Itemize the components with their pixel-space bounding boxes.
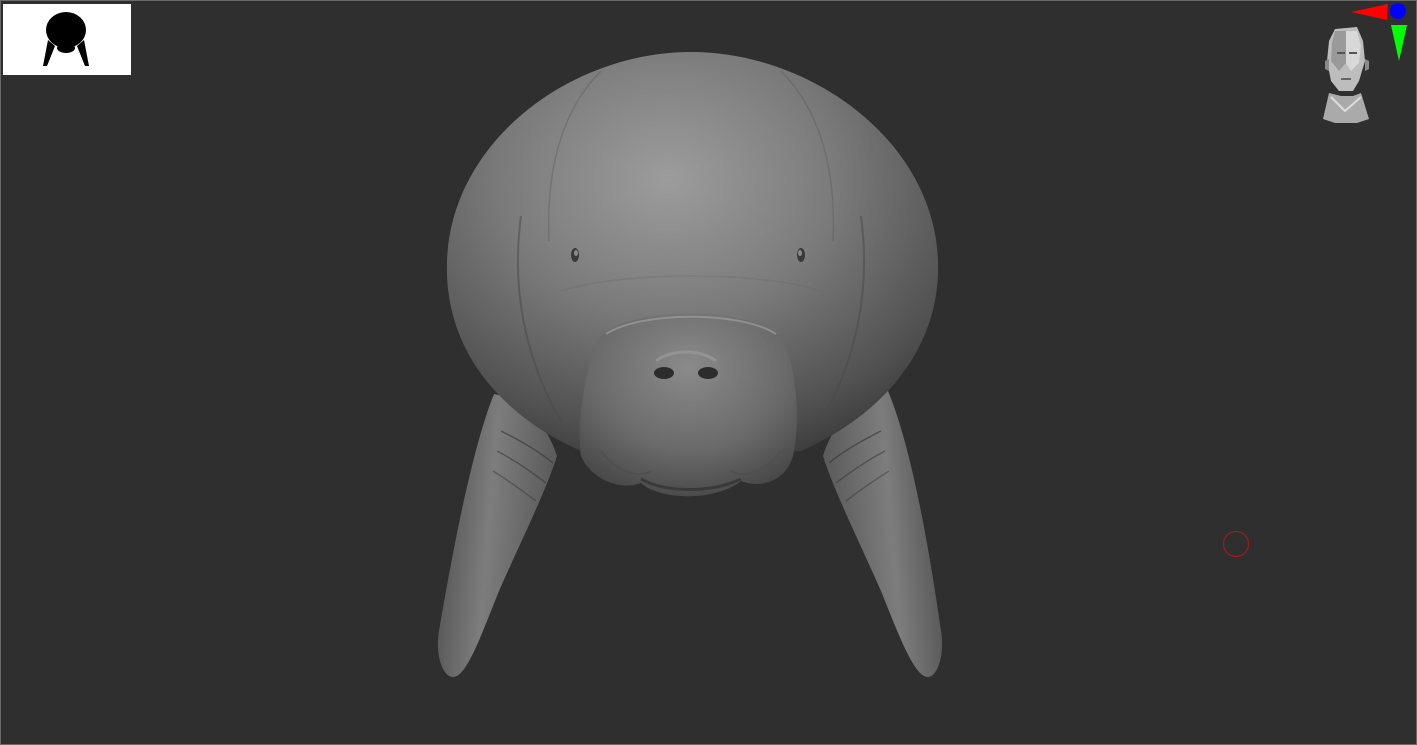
gizmo-head [1323, 27, 1369, 123]
axis-z-icon[interactable] [1390, 3, 1406, 19]
head-orientation-gizmo-icon[interactable] [1301, 1, 1416, 131]
left-flipper [437, 394, 557, 677]
manatee-sculpt-model[interactable] [1, 1, 1416, 744]
axis-x-icon[interactable] [1351, 4, 1388, 20]
right-flipper [823, 391, 943, 677]
3d-viewport[interactable] [0, 0, 1417, 745]
axis-y-icon[interactable] [1391, 25, 1407, 61]
manatee-silhouette-icon[interactable] [3, 4, 131, 75]
snout [579, 313, 797, 497]
